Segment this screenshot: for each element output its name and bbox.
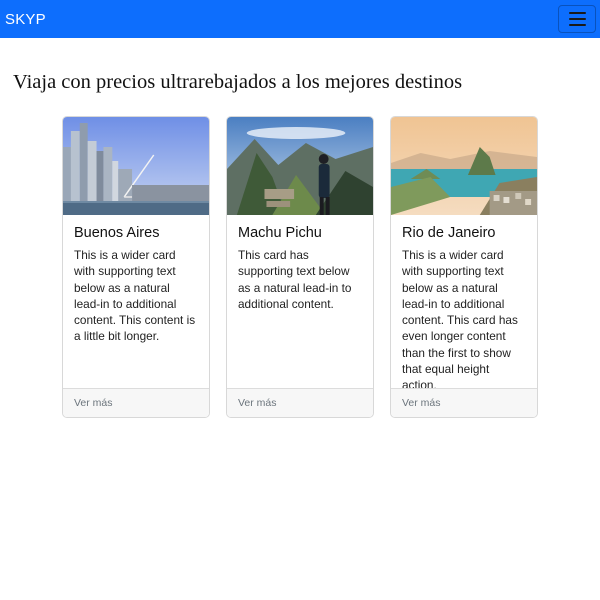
card-footer: Ver más xyxy=(227,388,373,417)
card-body: Buenos Aires This is a wider card with s… xyxy=(63,215,209,345)
ver-mas-link[interactable]: Ver más xyxy=(74,397,113,409)
destination-card-machu-pichu: Machu Pichu This card has supporting tex… xyxy=(226,116,374,418)
hamburger-icon-bar xyxy=(568,18,586,20)
card-text: This card has supporting text below as a… xyxy=(238,248,352,311)
page-title: Viaja con precios ultrarebajados a los m… xyxy=(13,71,463,93)
navbar-toggler-button[interactable] xyxy=(558,5,596,33)
card-footer: Ver más xyxy=(63,388,209,417)
ver-mas-link[interactable]: Ver más xyxy=(238,397,277,409)
card-title: Machu Pichu xyxy=(238,225,322,241)
card-body: Rio de Janeiro This is a wider card with… xyxy=(391,215,537,394)
rio-de-janeiro-image xyxy=(391,117,537,215)
navbar-brand[interactable]: SKYP xyxy=(5,11,46,28)
card-title: Rio de Janeiro xyxy=(402,225,496,241)
ver-mas-link[interactable]: Ver más xyxy=(402,397,441,409)
buenos-aires-image xyxy=(63,117,209,215)
hamburger-icon xyxy=(568,12,586,14)
navbar: SKYP xyxy=(0,0,600,38)
machu-pichu-image xyxy=(227,117,373,215)
destination-card-rio-de-janeiro: Rio de Janeiro This is a wider card with… xyxy=(390,116,538,418)
card-text: This is a wider card with supporting tex… xyxy=(74,248,196,344)
card-title: Buenos Aires xyxy=(74,225,160,241)
card-footer: Ver más xyxy=(391,388,537,417)
destination-card-buenos-aires: Buenos Aires This is a wider card with s… xyxy=(62,116,210,418)
card-body: Machu Pichu This card has supporting tex… xyxy=(227,215,373,312)
card-text: This is a wider card with supporting tex… xyxy=(402,248,518,393)
hamburger-icon-bar xyxy=(568,24,586,26)
